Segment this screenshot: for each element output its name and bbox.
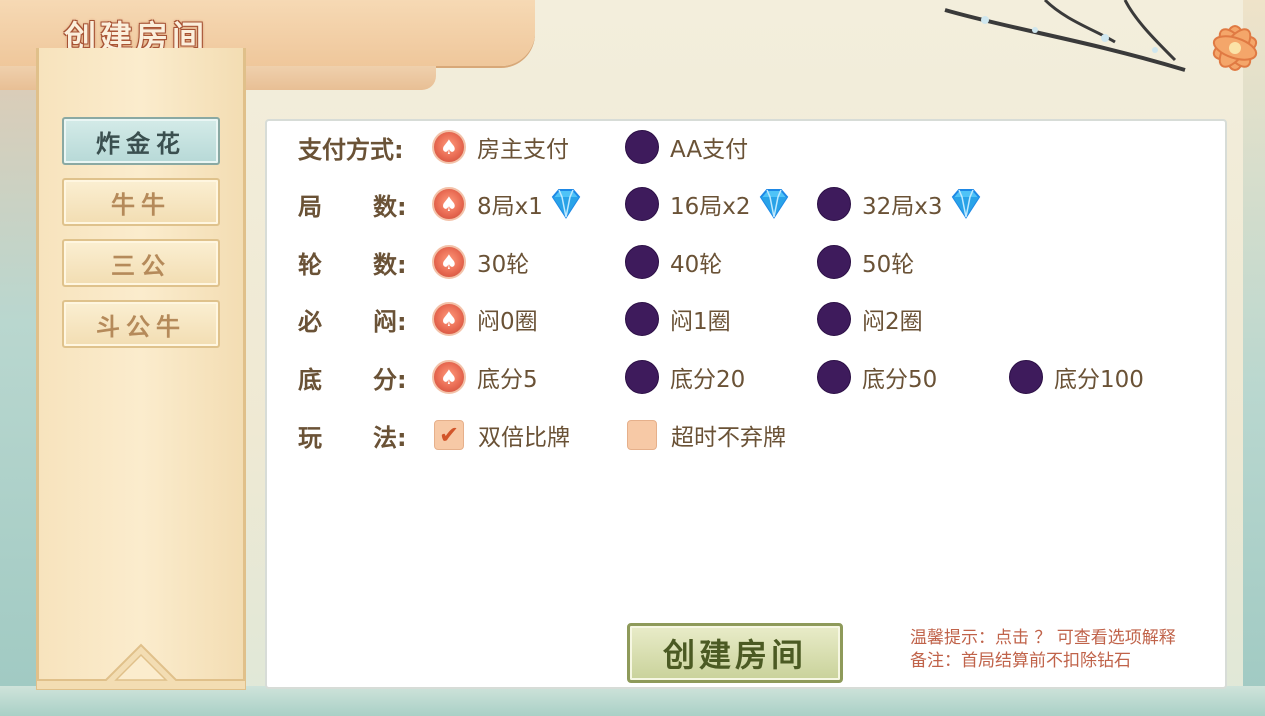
option-label: 超时不弃牌 xyxy=(671,425,786,451)
base-option-5[interactable]: ♠ 底分5 xyxy=(432,358,538,396)
blind-label: 必 闷: xyxy=(298,304,413,336)
turns-option-30[interactable]: ♠ 30轮 xyxy=(432,243,529,281)
option-label: 闷0圈 xyxy=(477,309,538,335)
turns-label-a: 轮 xyxy=(298,250,322,279)
base-label: 底 分: xyxy=(298,362,413,394)
flower-icon xyxy=(1212,25,1258,71)
game-tab-zhajinhua[interactable]: 炸金花 xyxy=(62,117,220,165)
base-option-100[interactable]: 底分100 xyxy=(1009,358,1144,396)
turns-option-50[interactable]: 50轮 xyxy=(817,243,914,281)
radio-unselected-icon xyxy=(625,245,659,279)
pay-option-aa[interactable]: AA支付 xyxy=(625,128,748,166)
radio-unselected-icon xyxy=(817,360,851,394)
option-label: 50轮 xyxy=(862,252,915,278)
spade-icon: ♠ xyxy=(432,360,466,394)
turns-label: 轮 数: xyxy=(298,247,413,279)
blind-label-a: 必 xyxy=(298,307,322,336)
game-tab-niuniu[interactable]: 牛牛 xyxy=(62,178,220,226)
play-option-double-compare[interactable]: ✔ 双倍比牌 xyxy=(434,416,570,454)
option-label: 房主支付 xyxy=(477,137,569,163)
radio-unselected-icon xyxy=(625,360,659,394)
option-label: 40轮 xyxy=(670,252,723,278)
base-option-50[interactable]: 底分50 xyxy=(817,358,937,396)
option-label: 闷2圈 xyxy=(862,309,923,335)
play-option-timeout-no-fold[interactable]: 超时不弃牌 xyxy=(627,416,786,454)
option-label: 底分20 xyxy=(670,367,746,393)
bottom-background-strip xyxy=(0,686,1265,716)
option-label: 32局x3 xyxy=(862,194,943,220)
game-tab-sangong[interactable]: 三公 xyxy=(62,239,220,287)
pay-option-owner[interactable]: ♠ 房主支付 xyxy=(432,128,569,166)
create-room-button[interactable]: 创建房间 xyxy=(627,623,843,683)
spade-icon: ♠ xyxy=(432,130,466,164)
diamond-icon xyxy=(759,189,788,219)
blind-option-0[interactable]: ♠ 闷0圈 xyxy=(432,300,538,338)
radio-unselected-icon xyxy=(817,187,851,221)
radio-unselected-icon xyxy=(625,130,659,164)
game-tab-dougongniu[interactable]: 斗公牛 xyxy=(62,300,220,348)
tip-line-2: 备注：首局结算前不扣除钻石 xyxy=(910,651,1131,671)
option-label: 底分100 xyxy=(1054,367,1144,393)
rounds-option-16[interactable]: 16局x2 xyxy=(625,185,793,223)
radio-unselected-icon xyxy=(817,302,851,336)
checkbox-unchecked[interactable] xyxy=(627,420,657,450)
left-background-strip xyxy=(0,0,36,716)
turns-label-b: 数: xyxy=(373,250,407,279)
spade-icon: ♠ xyxy=(432,245,466,279)
option-label: 底分50 xyxy=(862,367,938,393)
radio-unselected-icon xyxy=(1009,360,1043,394)
scroll-bottom-ornament xyxy=(36,643,246,690)
rounds-label-a: 局 xyxy=(298,192,322,221)
option-label: AA支付 xyxy=(670,137,749,163)
blind-label-b: 闷: xyxy=(373,307,407,336)
rounds-option-8[interactable]: ♠ 8局x1 xyxy=(432,185,585,223)
pay-label: 支付方式: xyxy=(298,132,413,164)
pay-label-text: 支付方式: xyxy=(298,135,404,164)
option-label: 底分5 xyxy=(477,367,538,393)
option-label: 8局x1 xyxy=(477,194,543,220)
base-label-a: 底 xyxy=(298,365,322,394)
option-label: 闷1圈 xyxy=(670,309,731,335)
rounds-label: 局 数: xyxy=(298,189,413,221)
option-label: 16局x2 xyxy=(670,194,751,220)
play-label-a: 玩 xyxy=(298,423,322,452)
radio-unselected-icon xyxy=(625,302,659,336)
checkmark-icon: ✔ xyxy=(438,421,460,449)
blind-option-2[interactable]: 闷2圈 xyxy=(817,300,923,338)
spade-icon: ♠ xyxy=(432,302,466,336)
checkbox-checked[interactable]: ✔ xyxy=(434,420,464,450)
turns-option-40[interactable]: 40轮 xyxy=(625,243,722,281)
base-option-20[interactable]: 底分20 xyxy=(625,358,745,396)
base-label-b: 分: xyxy=(373,365,407,394)
option-label: 双倍比牌 xyxy=(478,425,570,451)
play-label: 玩 法: xyxy=(298,420,413,452)
plum-branch-decoration xyxy=(944,0,1186,72)
tip-line-1: 温馨提示：点击 ？ 可查看选项解释 xyxy=(910,628,1176,648)
diamond-icon xyxy=(551,189,581,219)
play-label-b: 法: xyxy=(373,423,407,452)
rounds-option-32[interactable]: 32局x3 xyxy=(817,185,985,223)
spade-icon: ♠ xyxy=(432,187,466,221)
right-background-strip xyxy=(1243,0,1265,716)
blind-option-1[interactable]: 闷1圈 xyxy=(625,300,731,338)
radio-unselected-icon xyxy=(817,245,851,279)
diamond-icon xyxy=(951,189,980,219)
option-label: 30轮 xyxy=(477,252,530,278)
radio-unselected-icon xyxy=(625,187,659,221)
rounds-label-b: 数: xyxy=(373,192,407,221)
